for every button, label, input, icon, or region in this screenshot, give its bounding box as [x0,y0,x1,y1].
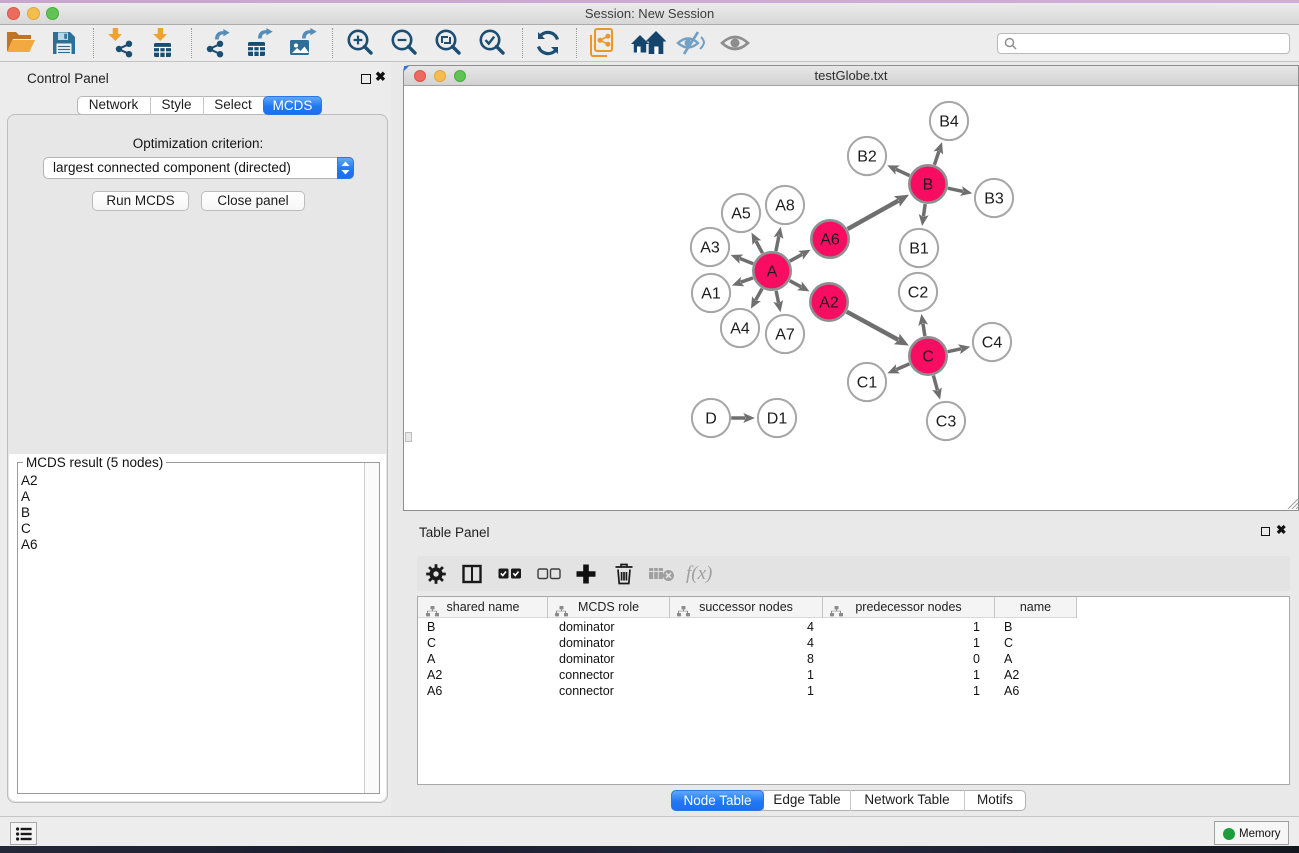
svg-text:A7: A7 [775,327,795,344]
svg-text:A5: A5 [731,206,751,223]
svg-text:C2: C2 [908,285,929,302]
svg-text:C1: C1 [857,375,878,392]
svg-text:A8: A8 [775,198,795,215]
svg-text:B2: B2 [857,149,877,166]
svg-text:C: C [922,349,934,366]
svg-text:A: A [767,264,778,281]
svg-text:B4: B4 [939,114,959,131]
svg-text:B: B [923,177,934,194]
svg-text:A3: A3 [700,240,720,257]
svg-text:D1: D1 [767,411,788,428]
svg-text:C4: C4 [982,335,1003,352]
svg-text:B3: B3 [984,191,1004,208]
svg-text:D: D [705,411,717,428]
svg-text:C3: C3 [936,414,957,431]
svg-text:A2: A2 [819,295,839,312]
svg-text:B1: B1 [909,241,929,258]
svg-text:A6: A6 [820,232,840,249]
svg-text:A4: A4 [730,321,750,338]
svg-text:A1: A1 [701,286,721,303]
